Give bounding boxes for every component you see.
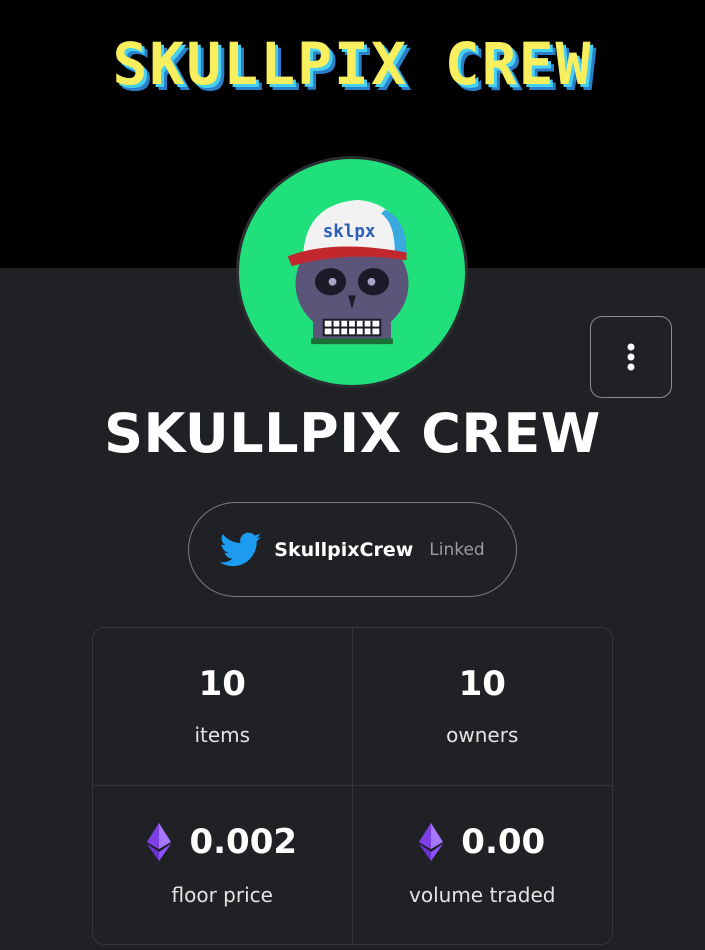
cap-logo-text: sklpx xyxy=(323,222,376,242)
twitter-icon xyxy=(220,532,262,566)
more-vertical-icon xyxy=(627,343,635,371)
more-options-button[interactable] xyxy=(590,316,672,398)
collection-avatar: sklpx xyxy=(236,156,468,388)
collection-name: SKULLPIX CREW xyxy=(104,402,601,465)
owners-label: owners xyxy=(446,722,519,747)
ethereum-icon xyxy=(147,823,172,861)
owners-count: 10 xyxy=(458,663,506,704)
banner-title: SKULLPIX CREW xyxy=(112,30,593,98)
stat-volume-traded: 0.00 volume traded xyxy=(353,786,613,944)
volume-traded-label: volume traded xyxy=(409,883,556,907)
floor-price-label: floor price xyxy=(171,883,273,907)
collection-stats: 10 items 10 owners 0.002 floor price 0.0… xyxy=(92,627,613,945)
twitter-link[interactable]: SkullpixCrew Linked xyxy=(188,502,517,597)
twitter-linked-status: Linked xyxy=(429,539,485,560)
items-label: items xyxy=(194,722,251,747)
ethereum-icon xyxy=(419,823,444,861)
items-count: 10 xyxy=(198,663,246,704)
stat-floor-price: 0.002 floor price xyxy=(93,786,353,944)
skull-avatar-image: sklpx xyxy=(287,199,409,345)
stat-owners: 10 owners xyxy=(352,628,612,786)
twitter-handle: SkullpixCrew xyxy=(274,538,414,561)
cap-icon: sklpx xyxy=(287,199,407,267)
floor-price-value: 0.002 xyxy=(189,822,298,862)
stat-items: 10 items xyxy=(93,628,353,786)
volume-traded-value: 0.00 xyxy=(461,822,546,862)
